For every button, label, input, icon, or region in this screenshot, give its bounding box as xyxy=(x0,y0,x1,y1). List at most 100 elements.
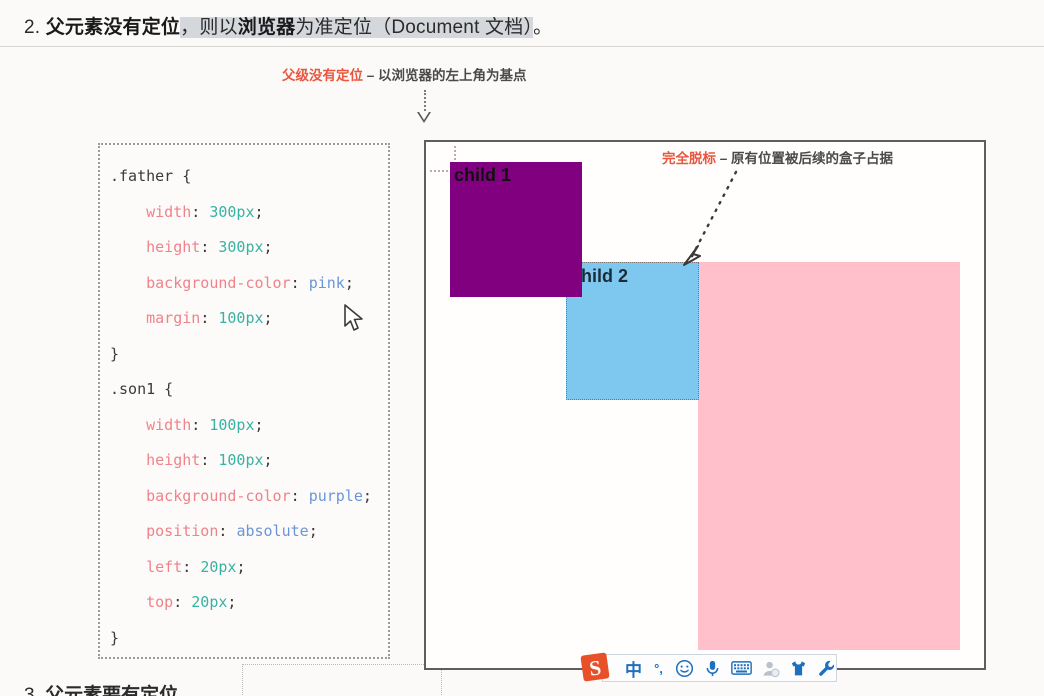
code-line: background-color: pink; xyxy=(100,266,388,302)
mouse-cursor-icon xyxy=(344,304,363,331)
code-line: height: 300px; xyxy=(100,230,388,266)
annotation-right: 完全脱标 – 原有位置被后续的盒子占据 xyxy=(662,147,893,167)
code-token: : xyxy=(290,486,309,505)
sogou-logo-icon[interactable]: S xyxy=(578,650,612,684)
code-token: background-color xyxy=(146,273,291,292)
code-line: background-color: purple; xyxy=(100,479,388,515)
voice-input-icon[interactable] xyxy=(703,657,722,679)
code-line: top: 20px; xyxy=(100,585,388,621)
heading-trailing: 。 xyxy=(533,17,553,38)
code-token: : xyxy=(173,593,192,611)
child1-label: child 1 xyxy=(454,165,512,185)
heading-selected-part-b: 为准定位（Document 文档） xyxy=(295,17,534,38)
heading-divider xyxy=(0,46,1044,47)
code-token: : xyxy=(200,238,219,256)
code-token: ; xyxy=(263,309,273,327)
code-token: pink xyxy=(308,273,345,292)
chinese-mode-icon[interactable]: 中 xyxy=(625,657,642,680)
annotation-right-dark: – 原有位置被后续的盒子占据 xyxy=(719,151,894,166)
code-token: ; xyxy=(236,557,246,576)
code-token: 300px xyxy=(209,202,255,221)
code-token: : xyxy=(218,522,237,540)
callout-arrow-icon xyxy=(683,170,738,266)
code-token: ; xyxy=(263,238,273,256)
code-token: height xyxy=(146,451,201,469)
code-token: 100px xyxy=(218,451,264,469)
code-token: } xyxy=(110,344,120,363)
code-token: { xyxy=(155,380,174,398)
code-token: ; xyxy=(263,451,273,469)
code-line: position: absolute; xyxy=(100,514,388,550)
heading-selected-span: ，则以浏览器为准定位（Document 文档） xyxy=(180,17,534,38)
code-token: ; xyxy=(362,486,372,505)
code-line: width: 100px; xyxy=(100,408,388,444)
code-line: width: 300px; xyxy=(100,195,388,231)
child2-box: child 2 xyxy=(566,262,699,400)
code-line: .son1 { xyxy=(100,372,388,408)
code-token: 20px xyxy=(191,593,228,611)
annotation-right-red: 完全脱标 xyxy=(662,151,716,166)
code-token: ; xyxy=(227,593,237,611)
code-token: ; xyxy=(308,522,318,540)
browser-preview-frame: child 2 child 1 完全脱标 – 原有位置被后续的盒子占据 xyxy=(424,140,986,670)
child1-box: child 1 xyxy=(450,162,582,297)
user-account-icon[interactable] xyxy=(761,657,780,679)
next-section-number: 3. xyxy=(24,685,40,696)
code-line: left: 20px; xyxy=(100,550,388,586)
code-token: background-color xyxy=(146,486,291,505)
code-token: ; xyxy=(254,202,264,221)
code-token: : xyxy=(191,415,210,434)
heading-selected-part-a: ，则以 xyxy=(180,17,238,38)
code-token: margin xyxy=(146,309,201,327)
next-section-text: 父元素要有定位 xyxy=(45,685,179,696)
skin-theme-icon[interactable] xyxy=(789,657,808,679)
heading-bold-lead: 父元素没有定位 xyxy=(45,17,181,38)
soft-keyboard-icon[interactable] xyxy=(731,657,752,679)
code-token: 100px xyxy=(209,415,255,434)
code-token: .father xyxy=(110,167,174,185)
code-token: : xyxy=(290,273,309,292)
code-token: } xyxy=(110,628,120,647)
slide-root: 2. 父元素没有定位，则以浏览器为准定位（Document 文档）。 父级没有定… xyxy=(0,0,1044,696)
code-lines: .father { width: 300px; height: 300px; b… xyxy=(100,159,388,656)
punctuation-mode-icon[interactable]: °, xyxy=(651,657,666,679)
code-token: ; xyxy=(254,415,264,434)
father-box xyxy=(698,262,960,650)
code-token: width xyxy=(146,202,192,221)
page-title: 2. 父元素没有定位，则以浏览器为准定位（Document 文档）。 xyxy=(24,12,552,39)
sogou-ime-toolbar[interactable]: 中 °, xyxy=(602,654,837,682)
annotation-top-dark: – 以浏览器的左上角为基点 xyxy=(366,68,527,83)
code-token: .son1 xyxy=(110,380,156,398)
code-token: { xyxy=(173,167,192,185)
code-token: ; xyxy=(344,273,354,292)
code-panel: .father { width: 300px; height: 300px; b… xyxy=(98,143,442,696)
code-token: : xyxy=(200,309,219,327)
code-token: : xyxy=(182,557,201,576)
code-line: } xyxy=(100,621,388,657)
heading-selected-bold: 浏览器 xyxy=(237,17,296,38)
code-token: top xyxy=(146,593,174,611)
code-line: height: 100px; xyxy=(100,443,388,479)
code-line: } xyxy=(100,337,388,373)
code-token: position xyxy=(146,522,219,540)
emoji-icon[interactable] xyxy=(675,657,694,679)
code-token: purple xyxy=(308,486,363,505)
toolbox-icon[interactable] xyxy=(817,657,836,679)
code-token: 20px xyxy=(200,557,237,576)
code-line: .father { xyxy=(100,159,388,195)
annotation-top-red: 父级没有定位 xyxy=(282,68,363,83)
code-token: height xyxy=(146,238,201,256)
highlighted-position-rules-box xyxy=(242,664,442,696)
down-triangle-marker-inner-icon xyxy=(419,112,429,120)
heading-number: 2. xyxy=(24,17,41,38)
code-token: : xyxy=(200,451,219,469)
